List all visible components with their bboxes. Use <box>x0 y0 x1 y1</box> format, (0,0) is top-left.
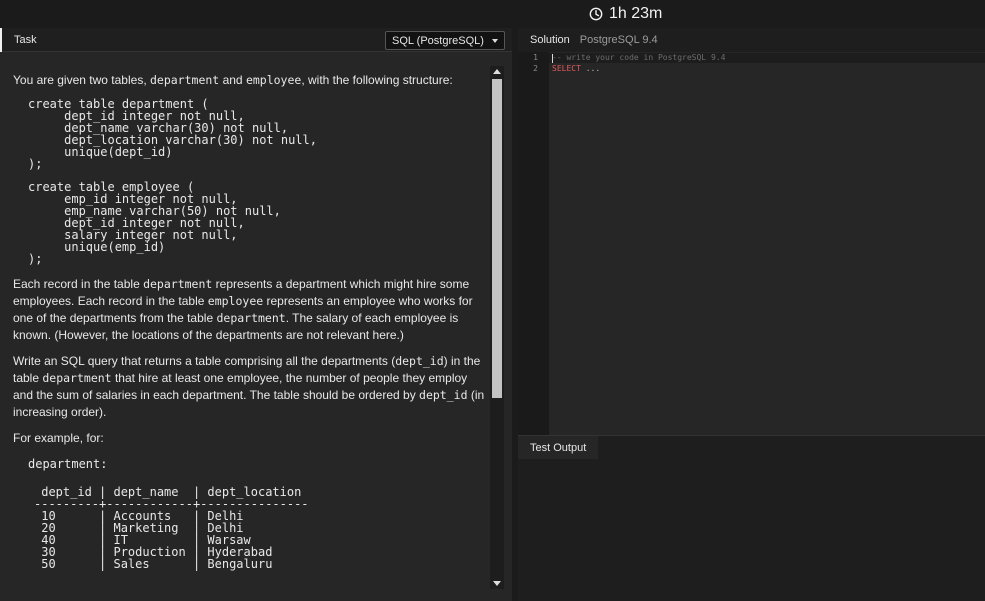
example-table: dept_id | dept_name | dept_location ----… <box>34 485 309 571</box>
example-table-label: department: <box>28 457 108 471</box>
scroll-down-arrow-icon[interactable] <box>493 581 501 586</box>
tab-test-output[interactable]: Test Output <box>518 436 599 460</box>
text: You are given two tables, <box>13 73 150 87</box>
timer-text: 1h 23m <box>609 5 663 22</box>
schema-department: create table department ( dept_id intege… <box>28 97 317 171</box>
clock-icon <box>589 7 603 21</box>
intro-paragraph: You are given two tables, department and… <box>13 72 485 89</box>
inline-code: department <box>143 277 213 291</box>
inline-code: department <box>149 73 220 87</box>
code-line-1[interactable]: -- write your code in PostgreSQL 9.4 <box>552 53 725 62</box>
inline-code: employee <box>245 73 302 87</box>
sql-keyword: SELECT <box>552 64 581 73</box>
text-cursor <box>552 54 553 63</box>
inline-code: dept_id <box>395 354 444 368</box>
schema-employee: create table employee ( emp_id integer n… <box>28 180 281 266</box>
description-paragraph-1: Each record in the table department repr… <box>13 276 485 344</box>
code-text: ... <box>580 64 601 73</box>
inline-code: department <box>216 311 286 325</box>
code-editor[interactable]: 1 2 -- write your code in PostgreSQL 9.4… <box>518 52 985 435</box>
task-panel: Task SQL (PostgreSQL) You are given two … <box>0 28 512 601</box>
test-output-header: Test Output <box>518 435 985 460</box>
scroll-up-arrow-icon[interactable] <box>493 69 501 74</box>
task-scrollbar[interactable] <box>490 66 504 589</box>
inline-code: employee <box>207 294 264 308</box>
tab-solution[interactable]: Solution <box>530 34 570 46</box>
task-description: You are given two tables, department and… <box>13 72 485 570</box>
scroll-thumb[interactable] <box>492 79 502 398</box>
test-output-area <box>518 459 985 601</box>
tab-task[interactable]: Task <box>0 28 49 52</box>
task-panel-header: Task SQL (PostgreSQL) <box>0 28 512 52</box>
line-number: 1 <box>533 53 538 62</box>
chevron-down-icon <box>492 39 498 43</box>
language-select-value: SQL (PostgreSQL) <box>392 34 484 47</box>
inline-code: dept_id <box>419 388 468 402</box>
line-number-gutter: 1 2 <box>518 52 549 435</box>
example-intro: For example, for: <box>13 431 104 445</box>
solution-header: Solution PostgreSQL 9.4 <box>518 28 985 52</box>
text: Each record in the table <box>13 277 144 291</box>
description-paragraph-2: Write an SQL query that returns a table … <box>13 353 485 421</box>
timer: 1h 23m <box>589 4 662 24</box>
text: , with the following structure: <box>301 73 453 87</box>
text: and <box>219 73 246 87</box>
code-line-2[interactable]: SELECT ... <box>552 64 600 73</box>
line-number: 2 <box>533 64 538 73</box>
top-bar: 1h 23m <box>0 0 985 28</box>
solution-panel: Solution PostgreSQL 9.4 1 2 -- write you… <box>518 28 985 601</box>
language-select[interactable]: SQL (PostgreSQL) <box>385 31 505 50</box>
inline-code: department <box>42 371 112 385</box>
text: Write an SQL query that returns a table … <box>13 354 396 368</box>
solution-language: PostgreSQL 9.4 <box>579 34 658 46</box>
